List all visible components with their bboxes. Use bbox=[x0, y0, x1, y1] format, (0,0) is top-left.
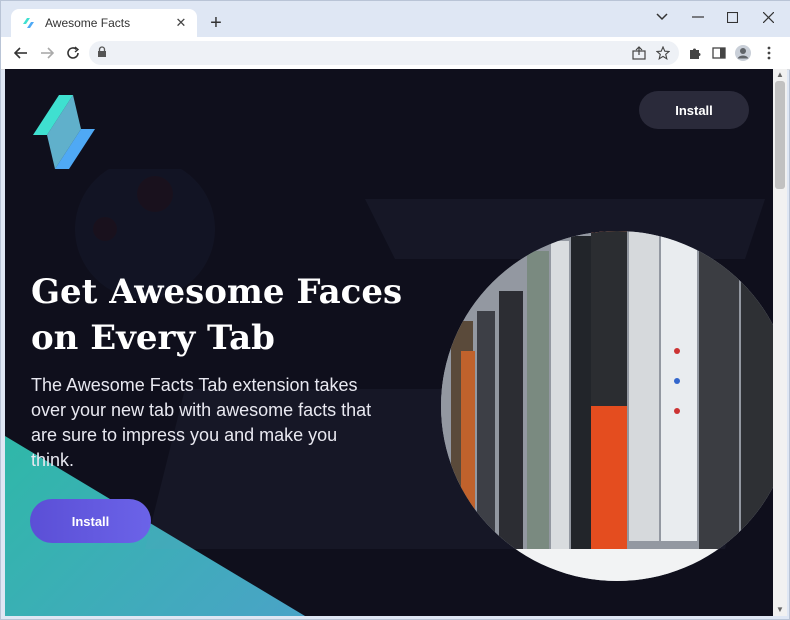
headline-line-1: Get Awesome Faces bbox=[31, 272, 403, 312]
lock-icon bbox=[98, 46, 106, 57]
install-button-main[interactable]: Install bbox=[30, 499, 151, 543]
bookshelf-photo bbox=[441, 231, 773, 581]
browser-window: Awesome Facts ✕ + Install Get Awesome Fa… bbox=[0, 0, 790, 620]
scrollbar-thumb[interactable] bbox=[775, 81, 785, 189]
address-bar[interactable] bbox=[89, 41, 679, 65]
forward-arrow-icon[interactable] bbox=[35, 41, 59, 65]
extensions-puzzle-icon[interactable] bbox=[683, 41, 707, 65]
vertical-scrollbar[interactable]: ▲ ▼ bbox=[773, 69, 787, 616]
browser-toolbar bbox=[1, 37, 790, 70]
reload-icon[interactable] bbox=[61, 41, 85, 65]
page-headline: Get Awesome Faces on Every Tab bbox=[31, 269, 431, 361]
close-window-icon[interactable] bbox=[751, 5, 785, 29]
profile-avatar-icon[interactable] bbox=[731, 41, 755, 65]
tab-title: Awesome Facts bbox=[45, 16, 131, 30]
tab-strip: Awesome Facts ✕ + bbox=[1, 1, 790, 37]
scroll-up-arrow-icon[interactable]: ▲ bbox=[775, 70, 785, 80]
maximize-icon[interactable] bbox=[715, 5, 749, 29]
install-button-top[interactable]: Install bbox=[639, 91, 749, 129]
menu-kebab-icon[interactable] bbox=[757, 41, 781, 65]
headline-line-2: on Every Tab bbox=[31, 318, 275, 358]
page-description: The Awesome Facts Tab extension takes ov… bbox=[31, 375, 372, 470]
close-tab-icon[interactable]: ✕ bbox=[173, 15, 189, 31]
tab-awesome-facts[interactable]: Awesome Facts ✕ bbox=[11, 9, 197, 37]
side-panel-icon[interactable] bbox=[707, 41, 731, 65]
awesome-facts-logo-icon bbox=[33, 95, 95, 169]
share-icon[interactable] bbox=[627, 41, 651, 65]
new-tab-button[interactable]: + bbox=[205, 13, 227, 35]
back-arrow-icon[interactable] bbox=[9, 41, 33, 65]
minimize-icon[interactable] bbox=[681, 5, 715, 29]
bookmark-star-icon[interactable] bbox=[651, 41, 675, 65]
awesome-facts-favicon-icon bbox=[23, 18, 34, 28]
scroll-down-arrow-icon[interactable]: ▼ bbox=[775, 605, 785, 615]
tab-search-chevron-down-icon[interactable] bbox=[645, 5, 679, 29]
web-page-content: Install Get Awesome Faces on Every Tab T… bbox=[5, 69, 773, 616]
